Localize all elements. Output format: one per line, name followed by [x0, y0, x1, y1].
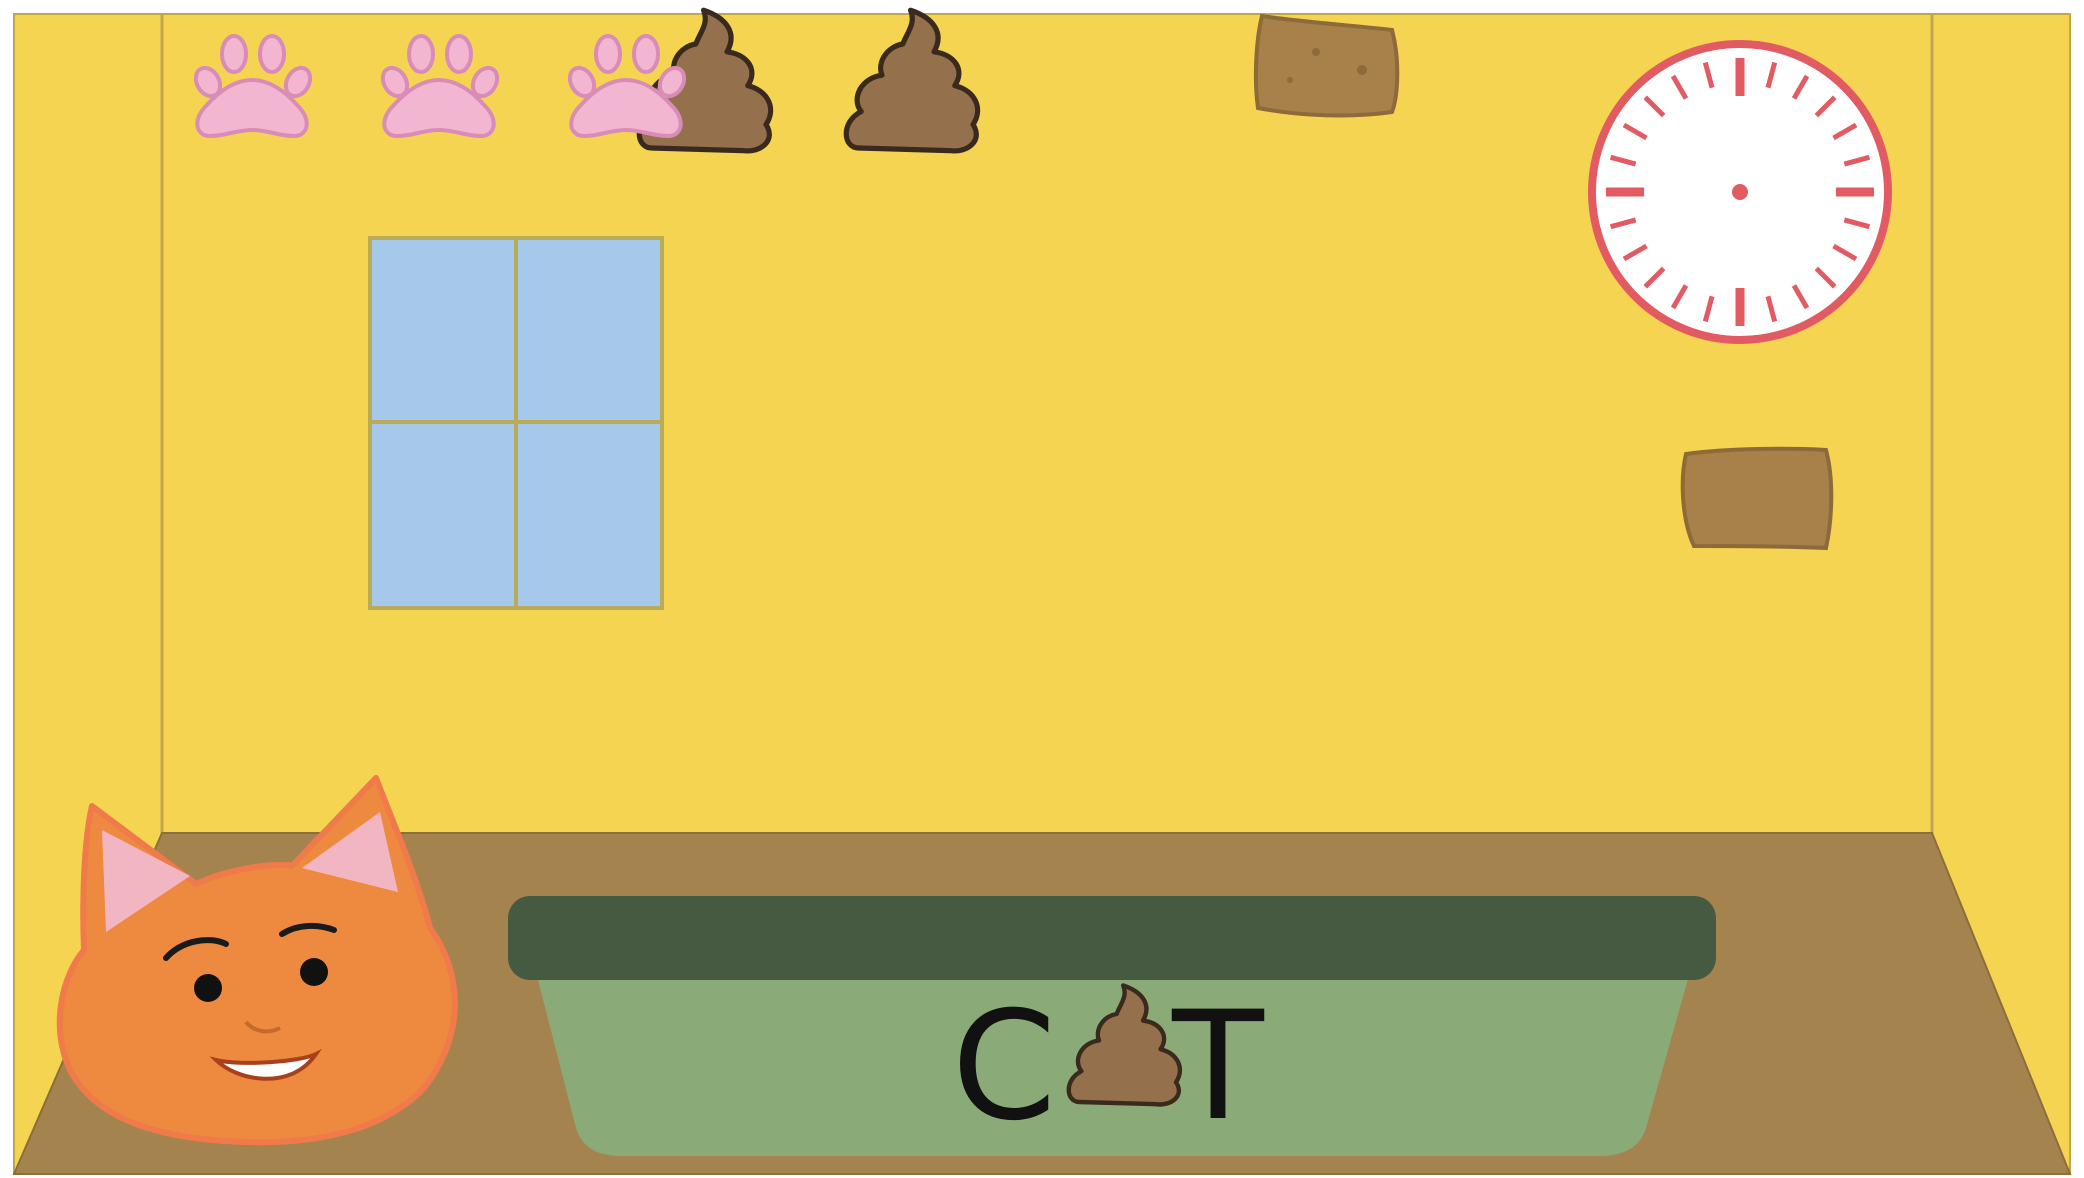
sponge-icon[interactable]	[1680, 446, 1834, 551]
game-canvas: C T	[12, 0, 2072, 1175]
sponge-icon[interactable]	[1253, 13, 1400, 118]
litter-box-rim	[508, 896, 1716, 980]
window	[368, 236, 664, 610]
clock-icon	[1588, 40, 1892, 344]
cat-eye-left	[194, 974, 222, 1002]
cat-eye-right	[300, 958, 328, 986]
game-scene: C T	[0, 0, 2084, 1178]
title-letter-c: C	[952, 980, 1057, 1154]
title-letter-t: T	[1171, 980, 1265, 1154]
